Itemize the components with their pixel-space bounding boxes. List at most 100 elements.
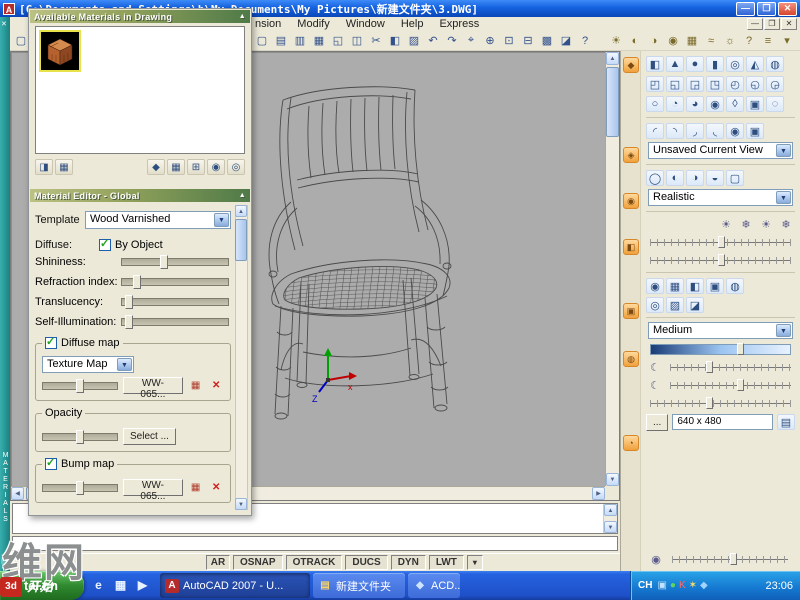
toolbar-button[interactable]: ↷	[443, 32, 461, 49]
toolbar-button[interactable]: ◫	[348, 32, 366, 49]
diffuse-map-checkbox[interactable]: ✓	[45, 336, 57, 349]
light-tool-button[interactable]: ❄	[737, 216, 755, 232]
palette-tool-button[interactable]: ◨	[35, 159, 53, 175]
tray-icon[interactable]: K	[679, 580, 686, 591]
scroll-up-button[interactable]: ▲	[606, 52, 619, 65]
toolbar-button[interactable]: ◱	[329, 32, 347, 49]
by-object-checkbox[interactable]: ✓	[99, 238, 111, 251]
toolbar-button[interactable]: ⊕	[481, 32, 499, 49]
palette-tool-button[interactable]: ▦	[167, 159, 185, 175]
visual-style-combobox[interactable]: Realistic ▼	[648, 189, 793, 206]
toolbar-button[interactable]: ▤	[272, 32, 290, 49]
light-tool-button[interactable]: ❄	[777, 216, 795, 232]
render-quality-slider[interactable]	[650, 343, 791, 355]
scroll-down-button[interactable]: ▼	[235, 498, 247, 510]
dashboard-tool-button[interactable]: ◉	[726, 123, 744, 139]
slider-thumb[interactable]	[705, 361, 713, 373]
scroll-up-button[interactable]: ▲	[235, 205, 247, 217]
menu-item[interactable]: Modify	[297, 18, 329, 30]
toolbar-button[interactable]: ▾	[778, 32, 796, 49]
dashboard-tool-button[interactable]: ◊	[726, 96, 744, 112]
dashboard-tool-button[interactable]: ◧	[686, 278, 704, 294]
toolbar-button[interactable]: ▩	[538, 32, 556, 49]
dashboard-tool-button[interactable]: ◰	[646, 76, 664, 92]
checker-icon[interactable]: ▦	[188, 481, 204, 495]
toolbar-button[interactable]: ?	[576, 32, 594, 49]
checker-icon[interactable]: ▦	[188, 379, 204, 393]
opacity-slider[interactable]	[42, 429, 118, 444]
palette-header[interactable]: Available Materials in Drawing ▲	[30, 10, 250, 23]
vertical-scroll-thumb[interactable]	[606, 67, 619, 137]
dashboard-tool-button[interactable]: ◳	[706, 76, 724, 92]
slider-thumb[interactable]	[125, 315, 134, 329]
light-tool-button[interactable]: ☀	[717, 216, 735, 232]
dashboard-tool-button[interactable]: ▲	[666, 56, 684, 72]
map-type-combobox[interactable]: Texture Map ▼	[42, 356, 134, 373]
delete-map-icon[interactable]: ✕	[208, 379, 224, 393]
template-combobox[interactable]: Wood Varnished ▼	[85, 211, 231, 229]
tray-icon[interactable]: ▣	[657, 580, 666, 591]
bump-map-checkbox[interactable]: ✓	[45, 457, 57, 470]
bump-map-slider[interactable]	[42, 480, 118, 495]
dashboard-tool-button[interactable]: ◎	[726, 56, 744, 72]
taskbar-task-button[interactable]: A AutoCAD 2007 - U...	[160, 573, 310, 598]
refraction-slider[interactable]	[121, 275, 229, 289]
delete-map-icon[interactable]: ✕	[208, 481, 224, 495]
palette-tool-button[interactable]: ⊞	[187, 159, 205, 175]
brightness-slider[interactable]	[648, 235, 793, 249]
panel-launcher-button[interactable]: ◆	[623, 57, 639, 73]
slider-thumb[interactable]	[706, 397, 713, 409]
dashboard-tool-button[interactable]: ▢	[726, 170, 744, 186]
translucency-slider[interactable]	[121, 295, 229, 309]
view-combobox[interactable]: Unsaved Current View ▼	[648, 142, 793, 159]
chevron-down-icon[interactable]: ▼	[214, 213, 229, 227]
slider-thumb[interactable]	[736, 379, 744, 391]
diffuse-map-slider[interactable]	[42, 378, 118, 393]
material-swatch[interactable]	[39, 30, 81, 72]
scroll-down-button[interactable]: ▼	[606, 473, 619, 486]
close-button[interactable]: ✕	[778, 1, 797, 16]
dashboard-tool-button[interactable]: ▣	[746, 123, 764, 139]
shininess-slider[interactable]	[121, 255, 229, 269]
panel-launcher-button[interactable]: ◔	[623, 435, 639, 451]
slider-thumb[interactable]	[125, 295, 134, 309]
toolbar-button[interactable]: ⊡	[500, 32, 518, 49]
dashboard-bottom-slider[interactable]	[670, 552, 790, 566]
dashboard-tool-button[interactable]: ◑	[686, 170, 704, 186]
dashboard-tool-button[interactable]: ◶	[766, 76, 784, 92]
panel-launcher-button[interactable]: ◍	[623, 351, 639, 367]
toolbar-button[interactable]: ≡	[759, 32, 777, 49]
command-input[interactable]	[12, 536, 618, 551]
document-window-button[interactable]: —	[747, 18, 763, 30]
more-render-options-button[interactable]: ...	[646, 413, 669, 431]
dashboard-tool-button[interactable]: ◎	[646, 297, 664, 313]
dashboard-tool-button[interactable]: ○	[646, 96, 664, 112]
status-extra-button[interactable]: ▾	[466, 555, 483, 570]
dashboard-tool-button[interactable]: ◧	[646, 56, 664, 72]
scroll-right-button[interactable]: ▶	[592, 487, 605, 500]
menu-item[interactable]: Help	[401, 18, 424, 30]
palette-tool-button[interactable]: ◎	[227, 159, 245, 175]
menu-item[interactable]: Express	[439, 18, 479, 30]
toolbar-button[interactable]: ▦	[310, 32, 328, 49]
slider-thumb[interactable]	[717, 236, 725, 248]
chevron-down-icon[interactable]: ▼	[117, 358, 132, 371]
dashboard-tool-button[interactable]: ◞	[686, 123, 704, 139]
quicklaunch-icon[interactable]: e	[90, 576, 107, 594]
dashboard-tool-button[interactable]: ◉	[646, 278, 664, 294]
polar-toggle-partial[interactable]: AR	[206, 555, 230, 570]
dashboard-tool-button[interactable]: ◯	[646, 170, 664, 186]
dashboard-tool-button[interactable]: ◟	[706, 123, 724, 139]
minimize-button[interactable]: —	[736, 1, 755, 16]
chevron-down-icon[interactable]: ▼	[776, 144, 791, 157]
scroll-up-button[interactable]: ▲	[604, 504, 617, 516]
document-window-button[interactable]: ✕	[781, 18, 797, 30]
tray-icon[interactable]: ◆	[700, 580, 708, 591]
status-toggle-button[interactable]: OTRACK	[285, 555, 343, 570]
dashboard-tool-button[interactable]: ▨	[666, 297, 684, 313]
slider-thumb[interactable]	[132, 275, 141, 289]
status-toggle-button[interactable]: LWT	[428, 555, 464, 570]
toolbar-button[interactable]: ◉	[664, 32, 682, 49]
toolbar-button[interactable]: ◧	[386, 32, 404, 49]
panel-launcher-button[interactable]: ▣	[623, 303, 639, 319]
